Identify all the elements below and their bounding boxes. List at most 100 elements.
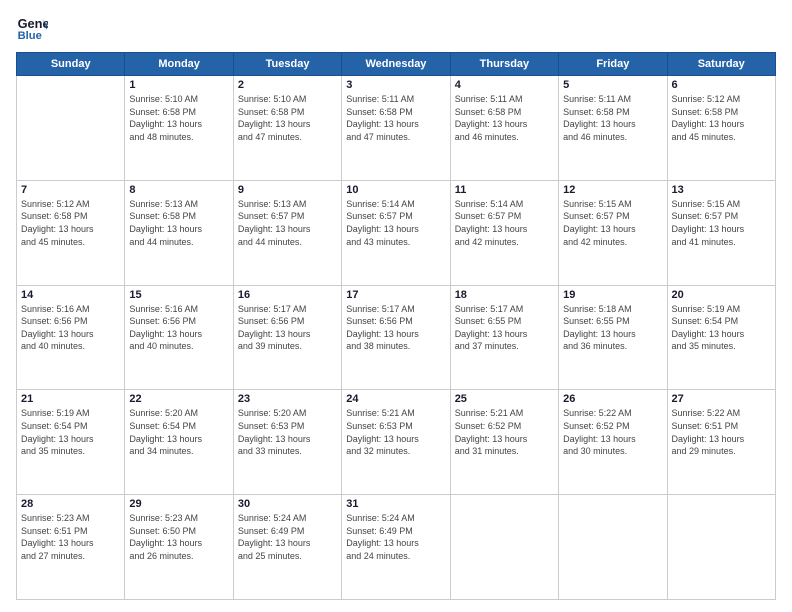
day-info: Sunrise: 5:24 AM Sunset: 6:49 PM Dayligh… bbox=[238, 512, 337, 562]
calendar-cell bbox=[450, 495, 558, 600]
day-info: Sunrise: 5:16 AM Sunset: 6:56 PM Dayligh… bbox=[21, 303, 120, 353]
day-info: Sunrise: 5:12 AM Sunset: 6:58 PM Dayligh… bbox=[672, 93, 771, 143]
day-number: 7 bbox=[21, 184, 120, 196]
day-info: Sunrise: 5:10 AM Sunset: 6:58 PM Dayligh… bbox=[238, 93, 337, 143]
day-number: 28 bbox=[21, 498, 120, 510]
day-info: Sunrise: 5:13 AM Sunset: 6:58 PM Dayligh… bbox=[129, 198, 228, 248]
calendar-cell: 24 Sunrise: 5:21 AM Sunset: 6:53 PM Dayli… bbox=[342, 390, 450, 495]
calendar-cell: 7 Sunrise: 5:12 AM Sunset: 6:58 PM Daylig… bbox=[17, 180, 125, 285]
day-info: Sunrise: 5:17 AM Sunset: 6:55 PM Dayligh… bbox=[455, 303, 554, 353]
calendar-cell: 1 Sunrise: 5:10 AM Sunset: 6:58 PM Daylig… bbox=[125, 76, 233, 181]
day-info: Sunrise: 5:22 AM Sunset: 6:51 PM Dayligh… bbox=[672, 407, 771, 457]
calendar-week-row: 1 Sunrise: 5:10 AM Sunset: 6:58 PM Daylig… bbox=[17, 76, 776, 181]
calendar-cell: 28 Sunrise: 5:23 AM Sunset: 6:51 PM Dayli… bbox=[17, 495, 125, 600]
day-info: Sunrise: 5:14 AM Sunset: 6:57 PM Dayligh… bbox=[455, 198, 554, 248]
day-number: 6 bbox=[672, 79, 771, 91]
day-number: 16 bbox=[238, 289, 337, 301]
day-info: Sunrise: 5:15 AM Sunset: 6:57 PM Dayligh… bbox=[563, 198, 662, 248]
calendar-week-row: 14 Sunrise: 5:16 AM Sunset: 6:56 PM Dayli… bbox=[17, 285, 776, 390]
logo-icon: General Blue bbox=[16, 12, 48, 44]
day-number: 14 bbox=[21, 289, 120, 301]
day-info: Sunrise: 5:24 AM Sunset: 6:49 PM Dayligh… bbox=[346, 512, 445, 562]
day-header-monday: Monday bbox=[125, 53, 233, 76]
day-header-tuesday: Tuesday bbox=[233, 53, 341, 76]
day-number: 13 bbox=[672, 184, 771, 196]
calendar-cell: 14 Sunrise: 5:16 AM Sunset: 6:56 PM Dayli… bbox=[17, 285, 125, 390]
calendar-week-row: 21 Sunrise: 5:19 AM Sunset: 6:54 PM Dayli… bbox=[17, 390, 776, 495]
day-number: 26 bbox=[563, 393, 662, 405]
svg-text:General: General bbox=[18, 16, 48, 31]
calendar-table: SundayMondayTuesdayWednesdayThursdayFrid… bbox=[16, 52, 776, 600]
calendar-cell bbox=[17, 76, 125, 181]
day-info: Sunrise: 5:21 AM Sunset: 6:53 PM Dayligh… bbox=[346, 407, 445, 457]
day-number: 25 bbox=[455, 393, 554, 405]
calendar-cell: 12 Sunrise: 5:15 AM Sunset: 6:57 PM Dayli… bbox=[559, 180, 667, 285]
day-number: 17 bbox=[346, 289, 445, 301]
day-info: Sunrise: 5:23 AM Sunset: 6:51 PM Dayligh… bbox=[21, 512, 120, 562]
day-number: 30 bbox=[238, 498, 337, 510]
calendar-cell: 13 Sunrise: 5:15 AM Sunset: 6:57 PM Dayli… bbox=[667, 180, 775, 285]
day-number: 24 bbox=[346, 393, 445, 405]
day-number: 22 bbox=[129, 393, 228, 405]
day-number: 1 bbox=[129, 79, 228, 91]
day-header-sunday: Sunday bbox=[17, 53, 125, 76]
calendar-cell: 17 Sunrise: 5:17 AM Sunset: 6:56 PM Dayli… bbox=[342, 285, 450, 390]
day-number: 11 bbox=[455, 184, 554, 196]
day-number: 19 bbox=[563, 289, 662, 301]
day-number: 3 bbox=[346, 79, 445, 91]
day-number: 4 bbox=[455, 79, 554, 91]
calendar-cell: 30 Sunrise: 5:24 AM Sunset: 6:49 PM Dayli… bbox=[233, 495, 341, 600]
day-info: Sunrise: 5:17 AM Sunset: 6:56 PM Dayligh… bbox=[238, 303, 337, 353]
calendar-cell: 31 Sunrise: 5:24 AM Sunset: 6:49 PM Dayli… bbox=[342, 495, 450, 600]
day-info: Sunrise: 5:10 AM Sunset: 6:58 PM Dayligh… bbox=[129, 93, 228, 143]
calendar-cell: 6 Sunrise: 5:12 AM Sunset: 6:58 PM Daylig… bbox=[667, 76, 775, 181]
day-number: 18 bbox=[455, 289, 554, 301]
calendar-header-row: SundayMondayTuesdayWednesdayThursdayFrid… bbox=[17, 53, 776, 76]
day-info: Sunrise: 5:18 AM Sunset: 6:55 PM Dayligh… bbox=[563, 303, 662, 353]
calendar-cell: 22Sunrise: 5:20 AM Sunset: 6:54 PM Dayli… bbox=[125, 390, 233, 495]
day-info: Sunrise: 5:11 AM Sunset: 6:58 PM Dayligh… bbox=[346, 93, 445, 143]
calendar-week-row: 7 Sunrise: 5:12 AM Sunset: 6:58 PM Daylig… bbox=[17, 180, 776, 285]
calendar-cell: 2Sunrise: 5:10 AM Sunset: 6:58 PM Daylig… bbox=[233, 76, 341, 181]
day-info: Sunrise: 5:19 AM Sunset: 6:54 PM Dayligh… bbox=[21, 407, 120, 457]
calendar-cell: 18 Sunrise: 5:17 AM Sunset: 6:55 PM Dayli… bbox=[450, 285, 558, 390]
svg-text:Blue: Blue bbox=[18, 30, 42, 42]
calendar-cell: 8 Sunrise: 5:13 AM Sunset: 6:58 PM Daylig… bbox=[125, 180, 233, 285]
day-number: 8 bbox=[129, 184, 228, 196]
calendar-cell bbox=[559, 495, 667, 600]
day-number: 9 bbox=[238, 184, 337, 196]
logo: General Blue bbox=[16, 12, 52, 44]
day-info: Sunrise: 5:20 AM Sunset: 6:53 PM Dayligh… bbox=[238, 407, 337, 457]
day-number: 12 bbox=[563, 184, 662, 196]
day-info: Sunrise: 5:12 AM Sunset: 6:58 PM Dayligh… bbox=[21, 198, 120, 248]
calendar-cell: 5 Sunrise: 5:11 AM Sunset: 6:58 PM Daylig… bbox=[559, 76, 667, 181]
calendar-cell: 23 Sunrise: 5:20 AM Sunset: 6:53 PM Dayli… bbox=[233, 390, 341, 495]
calendar-cell: 21 Sunrise: 5:19 AM Sunset: 6:54 PM Dayli… bbox=[17, 390, 125, 495]
day-info: Sunrise: 5:15 AM Sunset: 6:57 PM Dayligh… bbox=[672, 198, 771, 248]
day-info: Sunrise: 5:21 AM Sunset: 6:52 PM Dayligh… bbox=[455, 407, 554, 457]
day-info: Sunrise: 5:16 AM Sunset: 6:56 PM Dayligh… bbox=[129, 303, 228, 353]
day-number: 15 bbox=[129, 289, 228, 301]
calendar-cell: 9Sunrise: 5:13 AM Sunset: 6:57 PM Daylig… bbox=[233, 180, 341, 285]
day-number: 20 bbox=[672, 289, 771, 301]
calendar-cell: 29 Sunrise: 5:23 AM Sunset: 6:50 PM Dayli… bbox=[125, 495, 233, 600]
calendar-cell: 25 Sunrise: 5:21 AM Sunset: 6:52 PM Dayli… bbox=[450, 390, 558, 495]
day-info: Sunrise: 5:11 AM Sunset: 6:58 PM Dayligh… bbox=[563, 93, 662, 143]
day-number: 21 bbox=[21, 393, 120, 405]
day-number: 29 bbox=[129, 498, 228, 510]
day-info: Sunrise: 5:23 AM Sunset: 6:50 PM Dayligh… bbox=[129, 512, 228, 562]
calendar-cell: 4 Sunrise: 5:11 AM Sunset: 6:58 PM Daylig… bbox=[450, 76, 558, 181]
calendar-cell: 10Sunrise: 5:14 AM Sunset: 6:57 PM Dayli… bbox=[342, 180, 450, 285]
day-info: Sunrise: 5:14 AM Sunset: 6:57 PM Dayligh… bbox=[346, 198, 445, 248]
calendar-week-row: 28 Sunrise: 5:23 AM Sunset: 6:51 PM Dayli… bbox=[17, 495, 776, 600]
calendar-cell: 16 Sunrise: 5:17 AM Sunset: 6:56 PM Dayli… bbox=[233, 285, 341, 390]
day-number: 31 bbox=[346, 498, 445, 510]
calendar-cell: 27Sunrise: 5:22 AM Sunset: 6:51 PM Dayli… bbox=[667, 390, 775, 495]
day-number: 23 bbox=[238, 393, 337, 405]
day-info: Sunrise: 5:11 AM Sunset: 6:58 PM Dayligh… bbox=[455, 93, 554, 143]
calendar-cell: 11 Sunrise: 5:14 AM Sunset: 6:57 PM Dayli… bbox=[450, 180, 558, 285]
calendar-cell: 26Sunrise: 5:22 AM Sunset: 6:52 PM Dayli… bbox=[559, 390, 667, 495]
day-number: 5 bbox=[563, 79, 662, 91]
day-info: Sunrise: 5:17 AM Sunset: 6:56 PM Dayligh… bbox=[346, 303, 445, 353]
calendar-cell: 19 Sunrise: 5:18 AM Sunset: 6:55 PM Dayli… bbox=[559, 285, 667, 390]
